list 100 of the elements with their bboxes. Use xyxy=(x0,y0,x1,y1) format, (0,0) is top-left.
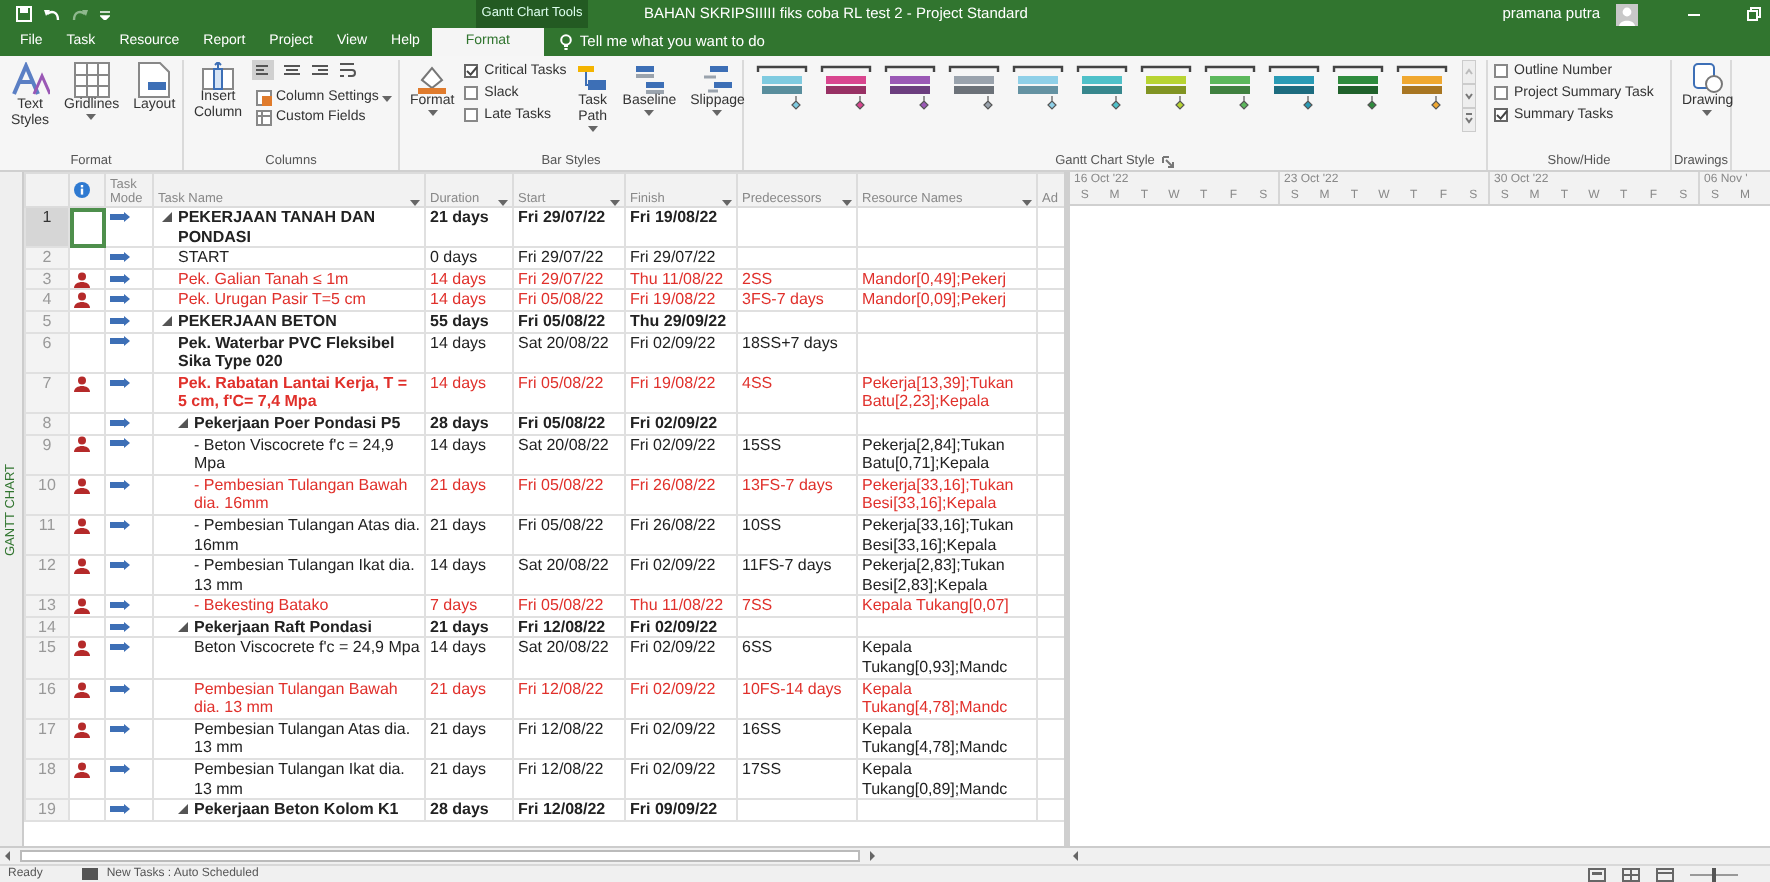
checkbox[interactable] xyxy=(464,64,479,78)
predecessors-cell: 17SS xyxy=(737,759,857,800)
person-icon xyxy=(74,436,90,453)
start-date-cell: Sat 20/08/22 xyxy=(513,555,625,596)
restore-icon[interactable] xyxy=(1746,6,1762,22)
dialog-launcher-icon[interactable] xyxy=(1162,155,1175,167)
gantt-view-icon[interactable] xyxy=(1588,867,1606,881)
more-icon[interactable] xyxy=(1462,108,1476,132)
checkbox[interactable] xyxy=(464,86,479,100)
task-bar-icon xyxy=(110,294,130,307)
predecessors-cell: 4SS xyxy=(737,372,857,413)
start-date-cell: Fri 29/07/22 xyxy=(513,207,625,248)
checkmark-icon xyxy=(465,66,478,76)
avatar-icon[interactable] xyxy=(1616,3,1638,25)
duration-cell: 21 days xyxy=(425,678,513,719)
lightbulb-icon xyxy=(559,34,572,50)
finish-date-cell: Thu 11/08/22 xyxy=(625,268,737,290)
duration-cell: 21 days xyxy=(425,759,513,800)
collapse-icon[interactable] xyxy=(178,417,188,428)
finish-date-cell: Thu 29/09/22 xyxy=(625,310,737,333)
task-bar-icon xyxy=(110,377,130,390)
calendar-view-icon[interactable] xyxy=(1656,867,1674,881)
finish-date-cell: Fri 19/08/22 xyxy=(625,289,737,311)
scroll-down-icon[interactable] xyxy=(1462,84,1476,108)
duration-cell: 14 days xyxy=(425,637,513,679)
redo-icon[interactable] xyxy=(72,7,88,21)
start-date-cell: Fri 29/07/22 xyxy=(513,247,625,269)
start-date-cell: Fri 05/08/22 xyxy=(513,474,625,515)
caret-icon xyxy=(410,200,420,206)
caret-icon xyxy=(644,110,655,116)
task-bar-icon xyxy=(110,559,130,572)
task-bar-icon xyxy=(110,211,130,224)
undo-icon[interactable] xyxy=(44,7,60,21)
align-left-icon[interactable] xyxy=(252,60,274,80)
duration-cell: 14 days xyxy=(425,372,513,413)
save-icon[interactable] xyxy=(16,6,32,22)
person-icon xyxy=(74,271,90,288)
shapes-icon xyxy=(1691,62,1724,94)
finish-date-cell: Fri 26/08/22 xyxy=(625,514,737,556)
task-bar-icon xyxy=(110,336,130,349)
duration-cell: 14 days xyxy=(425,268,513,290)
resource-names-cell: Kepala Tukang[4,78];Mandc xyxy=(857,678,1037,719)
predecessors-cell: 7SS xyxy=(737,595,857,617)
resource-names-cell: Kepala Tukang[0,07] xyxy=(857,595,1037,617)
collapse-icon[interactable] xyxy=(162,315,172,326)
align-center-icon[interactable] xyxy=(282,60,302,80)
predecessors-cell: 2SS xyxy=(737,268,857,290)
align-right-icon[interactable] xyxy=(310,60,330,80)
person-icon xyxy=(74,292,90,309)
predecessors-cell: 13FS-7 days xyxy=(737,474,857,515)
predecessors-cell: 16SS xyxy=(737,718,857,760)
task-name[interactable]: START xyxy=(178,248,229,268)
duration-cell: 7 days xyxy=(425,595,513,617)
collapse-icon[interactable] xyxy=(178,621,188,632)
caret-icon xyxy=(427,110,438,116)
checkmark-icon xyxy=(1495,110,1507,120)
checkbox[interactable] xyxy=(464,108,479,122)
duration-cell: 21 days xyxy=(425,616,513,638)
customize-icon[interactable] xyxy=(100,9,110,19)
checkbox[interactable] xyxy=(1494,64,1508,78)
duration-cell: 14 days xyxy=(425,289,513,311)
start-date-cell: Fri 12/08/22 xyxy=(513,718,625,760)
caret-icon xyxy=(610,200,620,206)
caret-icon xyxy=(86,114,97,120)
collapse-icon[interactable] xyxy=(162,212,172,222)
resource-names-cell: Mandor[0,49];Pekerj xyxy=(857,268,1037,290)
page-layout-icon xyxy=(138,62,171,98)
resource-names-cell: Pekerja[2,83];Tukan Besi[2,83];Kepala xyxy=(857,555,1037,596)
finish-date-cell: Fri 02/09/22 xyxy=(625,616,737,638)
scrollbar-thumb[interactable] xyxy=(20,850,860,862)
duration-cell: 21 days xyxy=(425,474,513,515)
resource-names-cell: Kepala Tukang[0,89];Mandc xyxy=(857,759,1037,800)
start-date-cell: Fri 12/08/22 xyxy=(513,759,625,800)
task-bar-icon xyxy=(110,723,130,736)
baseline-icon xyxy=(633,62,666,94)
duration-cell: 55 days xyxy=(425,310,513,333)
row-number[interactable]: 1 xyxy=(25,207,69,248)
task-bar-icon xyxy=(110,621,130,634)
checkbox[interactable] xyxy=(1494,86,1508,100)
finish-date-cell: Fri 02/09/22 xyxy=(625,759,737,800)
finish-date-cell: Fri 26/08/22 xyxy=(625,474,737,515)
start-date-cell: Fri 05/08/22 xyxy=(513,310,625,333)
caret-icon xyxy=(1702,110,1713,116)
predecessors-cell: 10SS xyxy=(737,514,857,556)
person-icon xyxy=(74,721,90,738)
task-bar-icon xyxy=(110,519,130,532)
collapse-icon[interactable] xyxy=(178,804,188,815)
sheet-view-icon[interactable] xyxy=(1622,867,1640,881)
column-settings-icon xyxy=(256,90,272,106)
predecessors-cell: 18SS+7 days xyxy=(737,332,857,373)
checkbox[interactable] xyxy=(1494,108,1508,122)
duration-cell: 21 days xyxy=(425,207,513,248)
finish-date-cell: Fri 09/09/22 xyxy=(625,799,737,821)
finish-date-cell: Thu 11/08/22 xyxy=(625,595,737,617)
predecessors-cell: 11FS-7 days xyxy=(737,555,857,596)
wrap-text-icon[interactable] xyxy=(338,60,358,80)
caret-icon xyxy=(382,95,393,101)
predecessors-cell: 15SS xyxy=(737,434,857,475)
resource-names-cell: Kepala Tukang[0,93];Mandc xyxy=(857,637,1037,679)
person-icon xyxy=(74,761,90,778)
